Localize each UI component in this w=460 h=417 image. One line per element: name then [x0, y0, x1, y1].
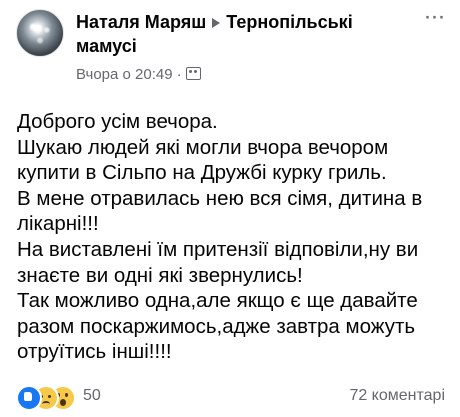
friends-icon[interactable]: [185, 67, 201, 80]
post-text-line: отруїтись інші!!!!: [17, 340, 172, 364]
avatar[interactable]: [16, 9, 64, 57]
reaction-count[interactable]: 50: [83, 386, 101, 406]
post-text-line: знаєте ви одні які звернулись!: [17, 263, 303, 287]
post-text-line: На виставлені їм притензії відповіли,ну …: [17, 237, 419, 261]
post-meta: Вчора о 20:49 ·: [76, 65, 201, 85]
post-body: Доброго усім вечора. Шукаю людей які мог…: [17, 109, 449, 365]
post-header: Наталя Маряш Тернопільські мамусі Вчора о …: [0, 0, 460, 92]
group-name-line1[interactable]: Тернопільські: [226, 12, 352, 32]
meta-separator: ·: [176, 66, 182, 83]
post-footer: 50 72 коментарі: [0, 382, 460, 412]
arrow-right-icon: [212, 17, 221, 28]
like-icon: [16, 385, 42, 411]
post-text-line: В мене отравилась нею вся сімя, дитина в: [17, 186, 423, 210]
group-name-line2[interactable]: мамусі: [76, 36, 137, 56]
post-text-line: Так можливо одна,але якщо є ще давайте: [17, 289, 418, 313]
timestamp[interactable]: Вчора о 20:49: [76, 66, 173, 83]
post-title: Наталя Маряш Тернопільські мамусі: [76, 10, 406, 58]
post-text-line: разом поскаржимось,адже завтра можуть: [17, 314, 416, 338]
post-text-line: лікарні!!!: [17, 212, 99, 236]
author-name[interactable]: Наталя Маряш: [76, 12, 206, 32]
comments-link[interactable]: 72 коментарі: [349, 386, 445, 406]
post-text-line: Шукаю людей які могли вчора вечором: [17, 135, 389, 159]
post-text-line: купити в Сільпо на Дружбі курку гриль.: [17, 161, 387, 185]
post-text-line: Доброго усім вечора.: [17, 110, 218, 133]
more-options-button[interactable]: ···: [418, 5, 450, 34]
